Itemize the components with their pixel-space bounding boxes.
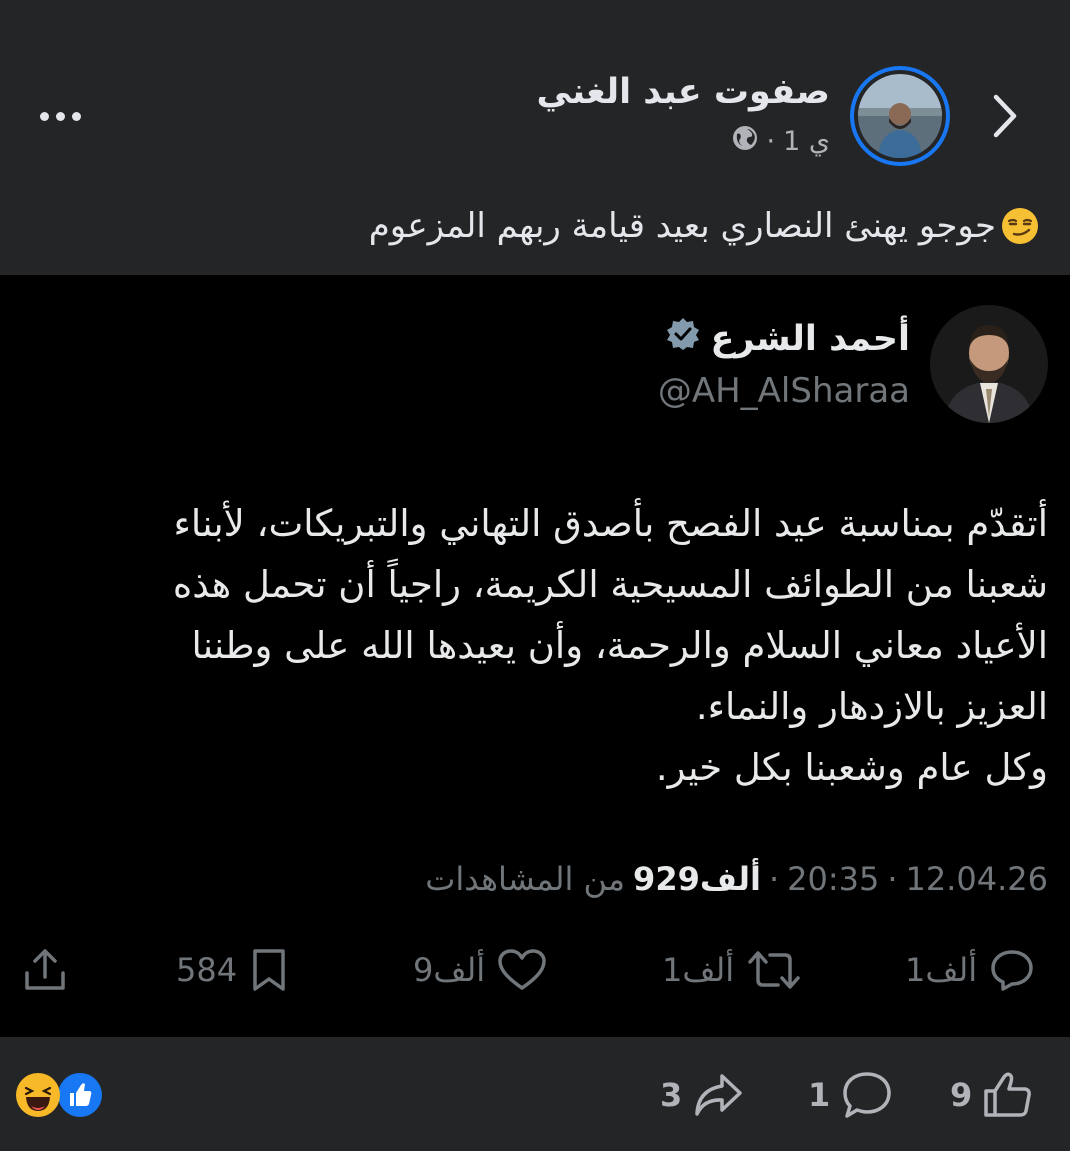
tweet-line: العزيز بالازدهار والنماء.: [695, 685, 1048, 728]
bookmark-count: 584: [176, 951, 238, 989]
tweet-body: أتقدّم بمناسبة عيد الفصح بأصدق التهاني و…: [38, 493, 1048, 798]
caption-text: جوجو يهنئ النصاري بعيد قيامة ربهم المزعو…: [368, 206, 996, 246]
comment-action[interactable]: 1: [808, 1067, 894, 1123]
tweet-handle[interactable]: @AH_AlSharaa: [658, 371, 910, 411]
tweet-line: الأعياد معاني السلام والرحمة، وأن يعيدها…: [191, 624, 1048, 667]
haha-reaction-icon: [16, 1073, 60, 1117]
retweet-icon: [748, 951, 800, 989]
reaction-summary[interactable]: [16, 1073, 106, 1121]
share-count: 3: [660, 1076, 683, 1114]
tweet-author-name[interactable]: أحمد الشرع: [666, 317, 910, 360]
bookmark-button[interactable]: 584: [176, 940, 289, 1000]
retweet-count: 1ألف: [662, 951, 735, 989]
share-icon: [25, 949, 65, 990]
like-button[interactable]: 9ألف: [413, 940, 547, 1000]
share-arrow-icon: [695, 1074, 743, 1116]
post-caption: جوجو يهنئ النصاري بعيد قيامة ربهم المزعو…: [369, 206, 1040, 246]
globe-icon: [731, 124, 759, 159]
tweet-line: أتقدّم بمناسبة عيد الفصح بأصدق التهاني و…: [173, 502, 1048, 545]
tweet-author-name-text: أحمد الشرع: [710, 318, 910, 359]
tweet-author-avatar[interactable]: [930, 305, 1048, 423]
post-author-name[interactable]: صفوت عبد الغني: [536, 72, 830, 112]
verified-badge-icon: [666, 317, 700, 360]
embedded-tweet[interactable]: أحمد الشرع @AH_AlSharaa أتقدّم بمناسبة ع…: [0, 275, 1070, 1037]
chevron-right-icon: [993, 94, 1017, 138]
tweet-line: شعبنا من الطوائف المسيحية الكريمة، راجيا…: [172, 563, 1048, 606]
more-icon: [39, 111, 49, 121]
more-options-button[interactable]: [30, 96, 90, 136]
stats-dot: ·: [768, 860, 780, 898]
comment-count: 1: [808, 1076, 831, 1114]
post-header: صفوت عبد الغني 1 ي ·: [0, 0, 1070, 180]
bookmark-icon: [253, 949, 285, 991]
avatar: [858, 74, 942, 158]
smirk-emoji-icon: [1000, 206, 1040, 246]
meta-separator: ·: [766, 125, 776, 157]
back-button[interactable]: [980, 88, 1030, 144]
tweet-stats: 12.04.26 · 20:35 · 929ألف من المشاهدات: [425, 860, 1048, 898]
tweet-date: 12.04.26: [905, 860, 1049, 898]
tweet-time: 20:35: [787, 860, 880, 898]
share-action[interactable]: 3: [660, 1067, 744, 1123]
stats-dot: ·: [887, 860, 898, 898]
share-button[interactable]: [22, 940, 68, 1000]
reply-icon: [991, 950, 1033, 991]
like-reaction-icon: [58, 1073, 102, 1117]
tweet-line: وكل عام وشعبنا بكل خير.: [655, 746, 1048, 789]
retweet-button[interactable]: 1ألف: [662, 940, 802, 1000]
comment-icon: [843, 1072, 892, 1118]
post-footer: 3 1 9: [0, 1037, 1070, 1151]
like-icon: [498, 949, 546, 990]
like-count: 9ألف: [413, 951, 486, 989]
reply-button[interactable]: 1ألف: [905, 940, 1035, 1000]
post-meta: 1 ي ·: [731, 124, 830, 159]
like-count: 9: [950, 1076, 973, 1114]
tweet-views-label: من المشاهدات: [425, 860, 626, 898]
reply-count: 1ألف: [905, 951, 978, 989]
like-action[interactable]: 9: [950, 1067, 1034, 1123]
tweet-actions: 1ألف 1ألف 9ألف 584: [0, 940, 1070, 1000]
thumbs-up-icon: [984, 1072, 1032, 1117]
post-author-avatar[interactable]: [850, 66, 950, 166]
post-time[interactable]: 1 ي: [783, 126, 830, 157]
tweet-views-count: 929ألف: [633, 860, 761, 898]
